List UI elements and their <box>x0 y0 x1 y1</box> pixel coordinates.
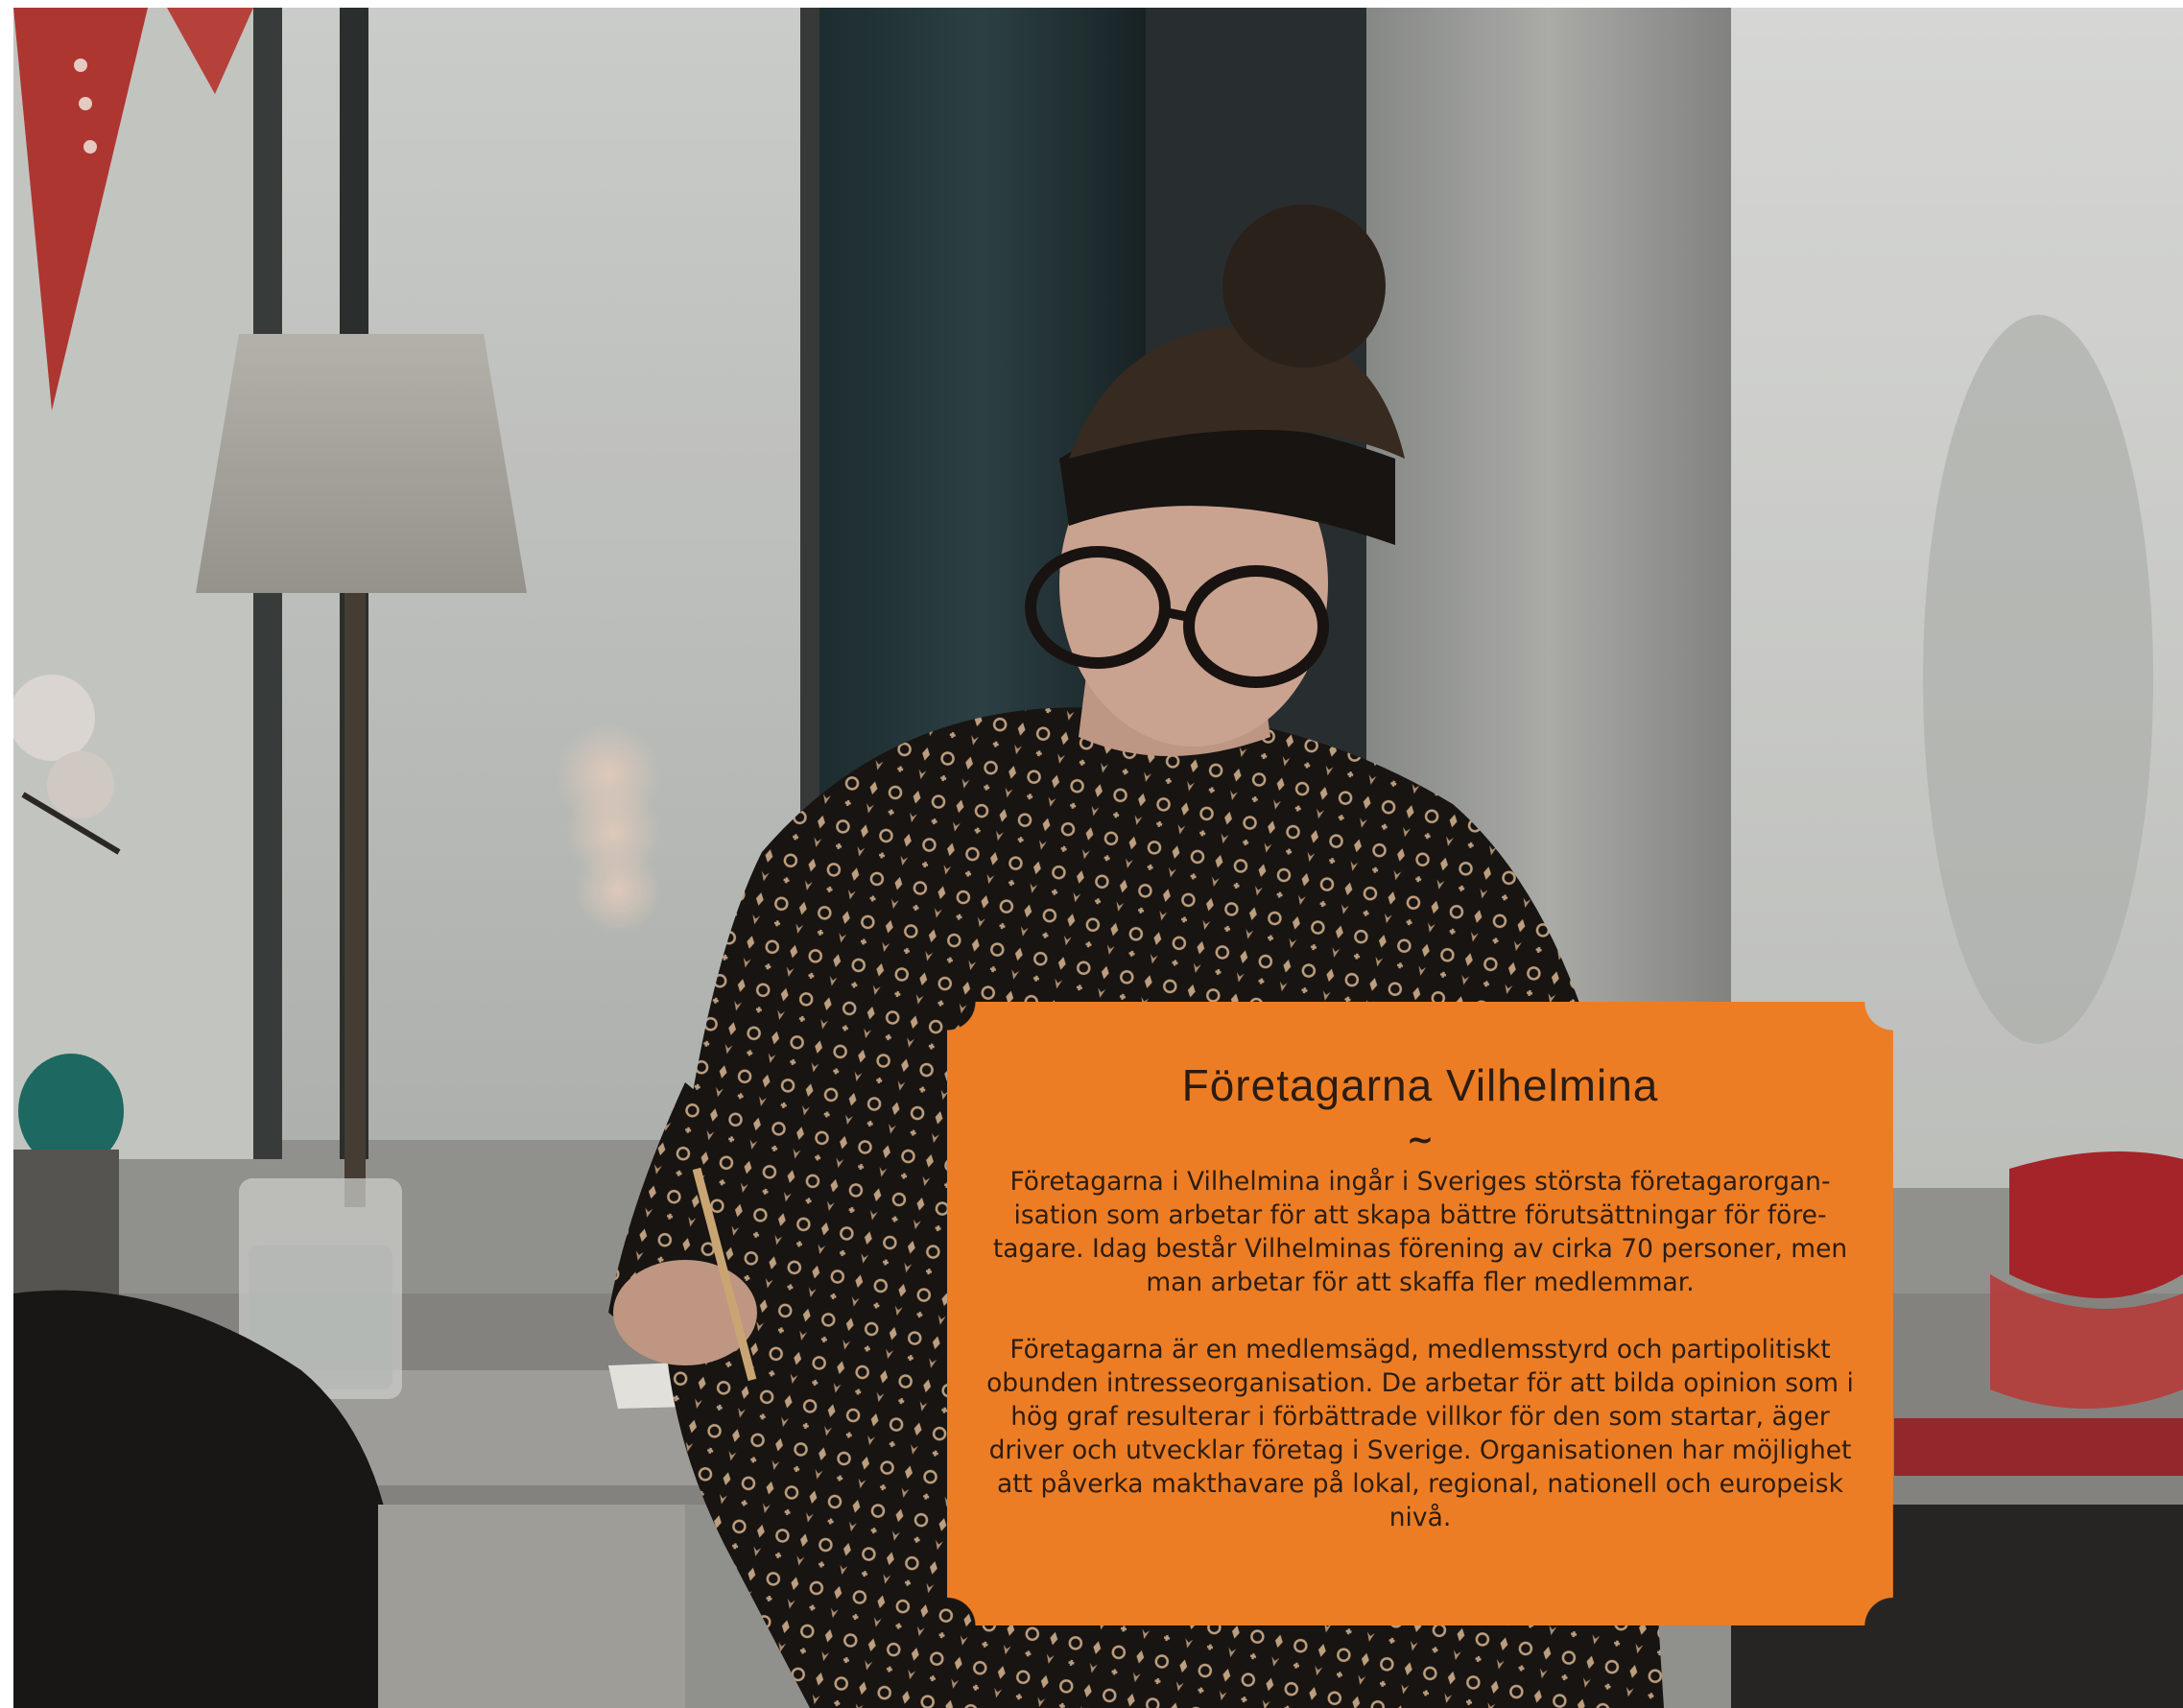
card-title: Företagarna Vilhelmina <box>1181 1060 1659 1110</box>
card-paragraph-1: Företagarna i Vilhelmina ingår i Sverige… <box>992 1166 1848 1297</box>
card-tilde-divider: ~ <box>1406 1120 1435 1159</box>
card-paragraph-2: Företagarna är en medlemsägd, medlemssty… <box>986 1335 1854 1533</box>
info-card-content: Företagarna Vilhelmina ~ Företagarna i V… <box>985 1061 1855 1535</box>
info-card: Företagarna Vilhelmina ~ Företagarna i V… <box>947 1002 1893 1625</box>
